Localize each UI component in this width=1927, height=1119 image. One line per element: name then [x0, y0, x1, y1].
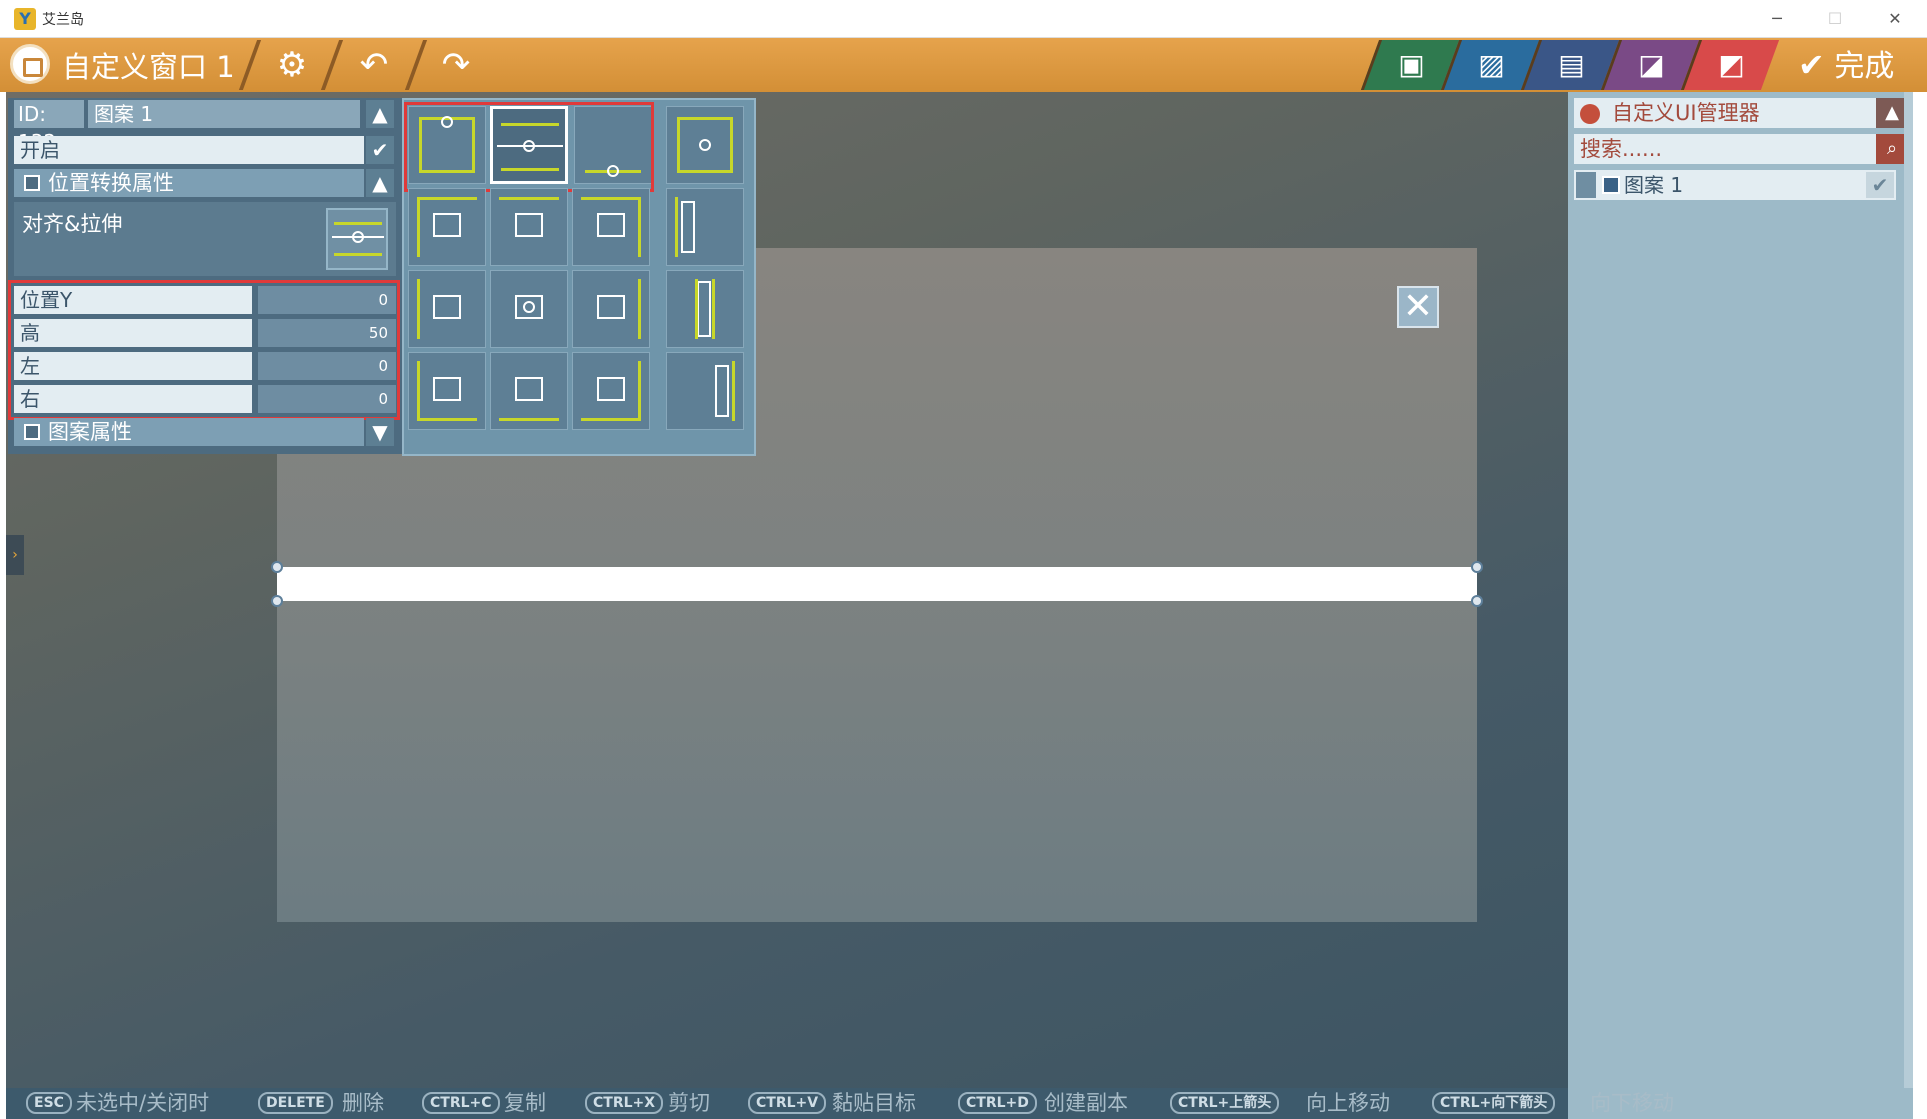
- field-label-left: 左: [14, 352, 252, 380]
- resize-handle-top-right[interactable]: [1471, 561, 1483, 573]
- add-frame-icon: ▣: [1398, 48, 1425, 81]
- element-id: ID: 132: [14, 100, 84, 154]
- shortcut-key: DELETE: [258, 1092, 333, 1114]
- shortcut-action: 删除: [342, 1091, 384, 1115]
- collapse-chevron-icon[interactable]: ▲: [366, 100, 394, 128]
- settings-gear-icon[interactable]: ⚙: [262, 40, 322, 90]
- field-value-height[interactable]: 50: [258, 319, 396, 347]
- pattern-section-header[interactable]: 图案属性: [14, 418, 364, 446]
- close-window-button[interactable]: ✕: [1880, 6, 1910, 32]
- close-x-icon[interactable]: ✕: [1397, 286, 1439, 328]
- anchor-center[interactable]: [490, 270, 568, 348]
- transform-collapse-chevron-icon[interactable]: ▲: [366, 169, 394, 197]
- undo-icon[interactable]: ↶: [342, 40, 406, 90]
- item-visibility-checkbox[interactable]: ✔: [1866, 172, 1894, 198]
- ui-manager-panel: [1568, 92, 1913, 1088]
- shortcut-key: CTRL+C: [422, 1092, 500, 1114]
- field-label-height: 高: [14, 319, 252, 347]
- shortcut-key: ESC: [26, 1092, 72, 1114]
- shortcut-action: 向上移动: [1306, 1091, 1390, 1115]
- anchor-middle-left[interactable]: [408, 270, 486, 348]
- shortcut-key: CTRL+D: [958, 1092, 1037, 1114]
- anchor-middle-right[interactable]: [572, 270, 650, 348]
- transform-section-label: 位置转换属性: [48, 171, 174, 195]
- resize-handle-top-left[interactable]: [271, 561, 283, 573]
- shortcut-key: CTRL+X: [585, 1092, 664, 1114]
- add-image-button-icon: ◩: [1718, 48, 1745, 81]
- ui-manager-icon: [1580, 104, 1600, 124]
- shortcut-key: CTRL+向下箭头: [1432, 1092, 1556, 1114]
- add-text-icon: ▤: [1558, 48, 1585, 81]
- shortcut-key: CTRL+上箭头: [1170, 1092, 1280, 1114]
- done-button[interactable]: ✔ 完成: [1798, 40, 1927, 90]
- ui-search-input[interactable]: 搜索......: [1574, 134, 1894, 164]
- transform-section-header[interactable]: 位置转换属性: [14, 169, 364, 197]
- field-label-position-y: 位置Y: [14, 286, 252, 314]
- ui-manager-header: 自定义UI管理器: [1574, 98, 1894, 128]
- add-button-icon: ◪: [1638, 48, 1665, 81]
- shortcut-action: 未选中/关闭时: [76, 1091, 210, 1115]
- align-stretch-label: 对齐&拉伸: [22, 212, 123, 236]
- anchor-top-center[interactable]: [490, 188, 568, 266]
- ui-list-item[interactable]: 图案 1: [1574, 170, 1896, 200]
- redo-icon[interactable]: ↷: [424, 40, 488, 90]
- field-value-position-y[interactable]: 0: [258, 286, 396, 314]
- anchor-stretch-left-column[interactable]: [666, 188, 744, 266]
- shortcut-action: 向下移动: [1590, 1091, 1674, 1115]
- pattern-section-label: 图案属性: [48, 420, 132, 444]
- anchor-stretch-right-column[interactable]: [666, 352, 744, 430]
- element-name-field[interactable]: 图案 1: [88, 100, 360, 128]
- anchor-bottom-right[interactable]: [572, 352, 650, 430]
- maximize-button[interactable]: ☐: [1820, 6, 1850, 32]
- window-titlebar: [0, 0, 1927, 38]
- pattern-element[interactable]: [277, 567, 1477, 601]
- image-icon: [1602, 176, 1620, 194]
- anchor-top-right[interactable]: [572, 188, 650, 266]
- field-value-right[interactable]: 0: [258, 385, 396, 413]
- right-panel-scrollbar[interactable]: [1904, 92, 1913, 1088]
- window-icon: [10, 44, 50, 84]
- done-label: 完成: [1834, 49, 1895, 84]
- shortcut-action: 创建副本: [1044, 1091, 1128, 1115]
- transform-section-icon: [24, 175, 40, 191]
- stretch-row-highlight: [404, 102, 654, 192]
- image-section-icon: [24, 424, 40, 440]
- pattern-expand-chevron-icon[interactable]: ▼: [366, 418, 394, 446]
- window-title: 艾兰岛: [42, 12, 84, 28]
- custom-window-title: 自定义窗口 1: [62, 50, 235, 84]
- shortcut-action: 黏贴目标: [832, 1091, 916, 1115]
- resize-handle-bottom-left[interactable]: [271, 595, 283, 607]
- resize-handle-bottom-right[interactable]: [1471, 595, 1483, 607]
- anchor-top-left[interactable]: [408, 188, 486, 266]
- shortcut-action: 剪切: [668, 1091, 710, 1115]
- anchor-stretch-all[interactable]: [666, 106, 744, 184]
- align-stretch-preview-icon[interactable]: [326, 208, 388, 270]
- enable-checkbox[interactable]: ✔: [366, 136, 394, 164]
- shortcut-action: 复制: [504, 1091, 546, 1115]
- add-image-icon: ▨: [1478, 48, 1505, 81]
- anchor-bottom-center[interactable]: [490, 352, 568, 430]
- minimize-button[interactable]: ─: [1762, 6, 1792, 32]
- anchor-bottom-left[interactable]: [408, 352, 486, 430]
- list-item-drag-handle[interactable]: [1576, 172, 1596, 198]
- field-label-right: 右: [14, 385, 252, 413]
- add-image-button-widget[interactable]: ◩: [1680, 40, 1780, 90]
- app-logo-icon: Y: [14, 8, 36, 30]
- check-icon: ✔: [1798, 46, 1825, 84]
- shortcut-key: CTRL+V: [748, 1092, 827, 1114]
- field-value-left[interactable]: 0: [258, 352, 396, 380]
- enable-label: 开启: [14, 136, 364, 164]
- expand-sidebar-chevron-icon[interactable]: ›: [6, 535, 24, 575]
- anchor-stretch-center-column[interactable]: [666, 270, 744, 348]
